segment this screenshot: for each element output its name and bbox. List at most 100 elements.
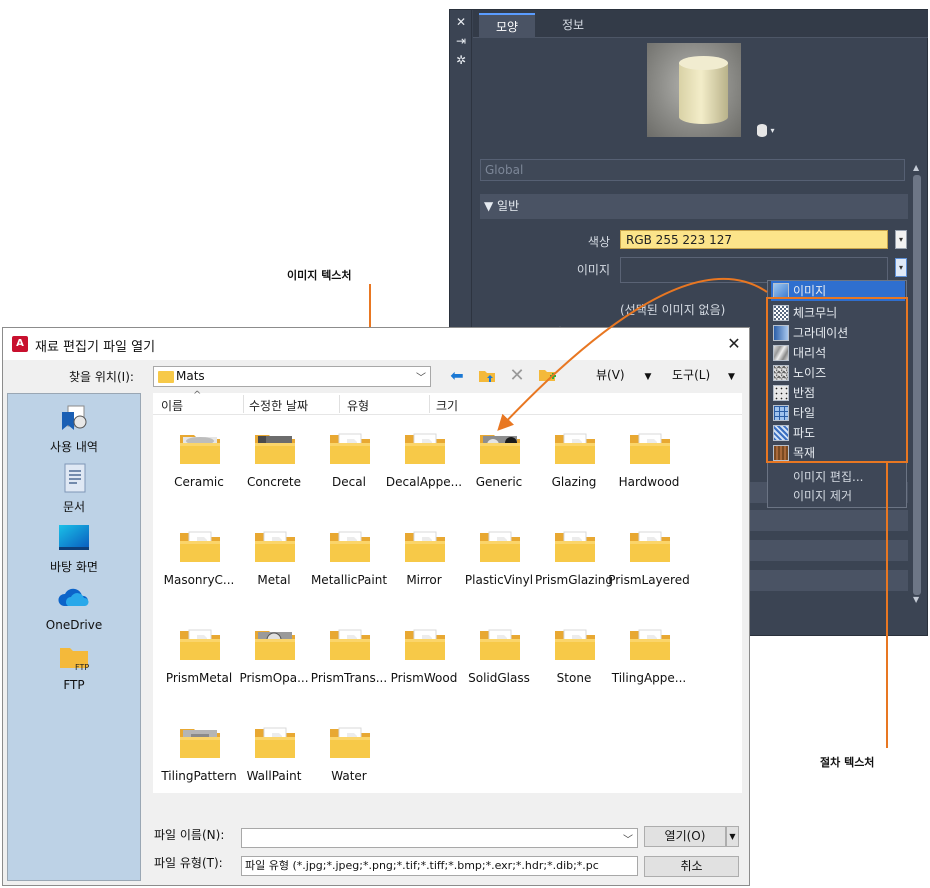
folder-icon: [158, 371, 174, 383]
folder-item[interactable]: Ceramic: [161, 427, 237, 507]
folder-item[interactable]: Stone: [536, 623, 612, 703]
cylinder-preview-icon: [679, 56, 728, 124]
filetype-select[interactable]: 파일 유형 (*.jpg;*.jpeg;*.png;*.tif;*.tiff;*…: [241, 856, 638, 876]
folder-item[interactable]: PrismWood: [386, 623, 462, 703]
color-label: 색상: [587, 235, 610, 249]
callout-procedural-texture: 절차 텍스처: [820, 756, 875, 769]
filename-input[interactable]: ﹀: [241, 828, 638, 848]
folder-name: Water: [331, 769, 367, 783]
ftp-folder-icon: FTP: [60, 648, 89, 672]
scroll-up-icon[interactable]: ▲: [913, 163, 919, 172]
color-dropdown-button[interactable]: ▾: [895, 230, 907, 249]
folder-item[interactable]: Metal: [236, 525, 312, 605]
gear-icon[interactable]: ✲: [454, 53, 468, 67]
folder-item[interactable]: DecalAppe...: [386, 427, 462, 507]
callout-line-procedural: [886, 463, 888, 748]
folder-icon: [330, 433, 370, 464]
folder-item[interactable]: PlasticVinyl: [461, 525, 537, 605]
sort-ascending-icon: ^: [193, 390, 202, 401]
lookin-label: 찾을 위치(I):: [69, 370, 134, 384]
tab-info[interactable]: 정보: [549, 13, 597, 38]
place-desktop[interactable]: 바탕 화면: [8, 522, 140, 575]
place-onedrive[interactable]: OneDrive: [8, 582, 140, 632]
folder-icon: [330, 727, 370, 758]
folder-item[interactable]: MetallicPaint: [311, 525, 387, 605]
file-list-view[interactable]: 이름 ^ 수정한 날짜 유형 크기 Ceramic Concrete Decal De…: [153, 390, 742, 793]
place-label: FTP: [63, 678, 85, 692]
place-recent[interactable]: 사용 내역: [8, 402, 140, 455]
material-preview[interactable]: [647, 43, 741, 137]
open-button[interactable]: 열기(O): [644, 826, 726, 847]
folder-icon: [180, 629, 220, 660]
place-label: 사용 내역: [50, 440, 98, 454]
column-size[interactable]: 크기: [436, 397, 458, 414]
close-icon[interactable]: ✕: [454, 15, 468, 29]
place-documents[interactable]: 문서: [8, 462, 140, 515]
lookin-combo[interactable]: Mats ﹀: [153, 366, 431, 387]
folder-item[interactable]: MasonryC...: [161, 525, 237, 605]
filename-label: 파일 이름(N):: [154, 828, 225, 842]
folder-item[interactable]: TilingPattern: [161, 721, 237, 801]
chevron-down-icon: ﹀: [416, 373, 426, 384]
place-ftp[interactable]: FTP FTP: [8, 642, 140, 692]
column-divider[interactable]: [429, 395, 430, 413]
folder-item[interactable]: PrismTrans...: [311, 623, 387, 703]
folder-icon: [555, 531, 595, 562]
folder-item[interactable]: SolidGlass: [461, 623, 537, 703]
tab-appearance[interactable]: 모양: [479, 13, 535, 38]
folder-icon: [180, 729, 220, 758]
folder-icon: [555, 629, 595, 660]
folder-icon: [255, 435, 295, 464]
folder-item[interactable]: Mirror: [386, 525, 462, 605]
desktop-icon: [59, 525, 89, 550]
folder-icon: [180, 531, 220, 562]
column-name[interactable]: 이름: [161, 397, 183, 414]
column-divider[interactable]: [339, 395, 340, 413]
folder-icon: [480, 629, 520, 660]
chevron-down-icon: ▾: [770, 126, 775, 135]
folder-icon: [330, 629, 370, 660]
chevron-down-icon: ﹀: [623, 835, 633, 846]
folder-item[interactable]: Decal: [311, 427, 387, 507]
image-dropdown-button[interactable]: ▾: [895, 258, 907, 277]
folder-icon: [255, 727, 295, 758]
menu-item-remove-image[interactable]: 이미지 제거: [771, 486, 905, 506]
cylinder-icon: [757, 123, 767, 137]
autocad-app-icon: A: [12, 336, 28, 352]
back-arrow-icon[interactable]: ⬅: [446, 366, 468, 386]
folder-icon: [405, 531, 445, 562]
svg-text:FTP: FTP: [75, 663, 89, 672]
place-label: OneDrive: [45, 618, 103, 632]
folder-name: Hardwood: [618, 475, 680, 489]
folder-item[interactable]: PrismLayered: [608, 525, 690, 605]
color-field[interactable]: RGB 255 223 127: [620, 230, 888, 249]
place-label: 문서: [62, 500, 86, 514]
section-general-header[interactable]: ▼ 일반: [480, 194, 908, 219]
folder-name: TilingAppe...: [611, 671, 687, 685]
folder-icon: [405, 433, 445, 464]
folder-item[interactable]: Water: [311, 721, 387, 801]
folder-item[interactable]: PrismMetal: [161, 623, 237, 703]
folder-item[interactable]: WallPaint: [236, 721, 312, 801]
column-type[interactable]: 유형: [347, 397, 369, 414]
column-modified[interactable]: 수정한 날짜: [249, 397, 308, 414]
folder-icon: [630, 531, 670, 562]
folder-name: PrismLayered: [608, 573, 690, 587]
open-options-dropdown[interactable]: ▼: [726, 826, 739, 847]
folder-item[interactable]: PrismOpa...: [236, 623, 312, 703]
material-name-field[interactable]: Global: [480, 159, 905, 181]
dialog-title: 재료 편집기 파일 열기: [35, 340, 156, 355]
callout-image-texture: 이미지 텍스처: [287, 269, 352, 282]
onedrive-cloud-icon: [58, 588, 89, 606]
preview-options-dropdown[interactable]: ▾: [757, 123, 775, 137]
folder-item[interactable]: TilingAppe...: [611, 623, 687, 703]
column-divider[interactable]: [243, 395, 244, 413]
folder-item[interactable]: Concrete: [236, 427, 312, 507]
scroll-down-icon[interactable]: ▼: [913, 595, 919, 604]
folder-item[interactable]: PrismGlazing: [535, 525, 613, 605]
autohide-icon[interactable]: ⇥: [454, 34, 468, 48]
menu-item-edit-image[interactable]: 이미지 편집...: [771, 467, 905, 487]
palette-scroll-thumb[interactable]: [913, 175, 921, 595]
cancel-button[interactable]: 취소: [644, 856, 739, 877]
filetype-label: 파일 유형(T):: [154, 856, 223, 870]
